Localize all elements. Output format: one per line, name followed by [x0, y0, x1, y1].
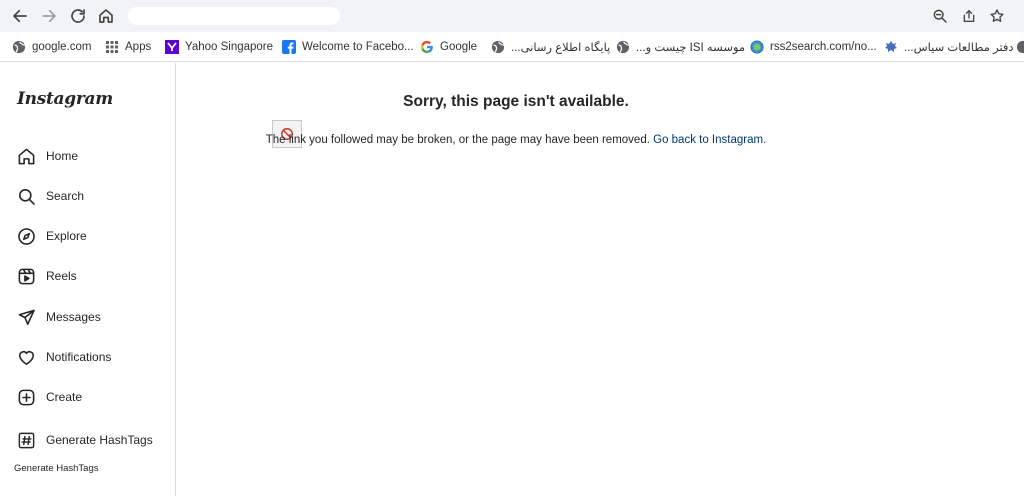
browser-toolbar [0, 0, 1024, 32]
apps-grid-icon [105, 40, 119, 54]
star-icon [990, 9, 1004, 22]
nav-create[interactable]: Create [16, 385, 82, 409]
error-title: Sorry, this page isn't available. [403, 93, 629, 110]
nav-generate-hashtags[interactable]: Generate HashTags [16, 428, 153, 452]
bookmark-political-studies[interactable]: دفتر مطالعات سیاس... [884, 39, 1014, 55]
share-button[interactable] [957, 4, 981, 28]
house-icon [99, 9, 113, 23]
go-back-link[interactable]: Go back to Instagram. [653, 134, 766, 146]
address-bar[interactable] [128, 7, 340, 25]
nav-explore[interactable]: Explore [16, 224, 87, 248]
yahoo-icon [165, 40, 179, 54]
hashtag-icon [16, 430, 36, 450]
bookmark-yahoo-singapore[interactable]: Yahoo Singapore [165, 39, 273, 55]
nav-reels[interactable]: Reels [16, 264, 77, 288]
generate-hashtags-label: Generate HashTags [14, 463, 99, 474]
globe-icon [750, 40, 764, 54]
bookmarks-bar: google.com Apps Yahoo Singapore Welcome … [0, 32, 1024, 62]
compass-icon [16, 226, 36, 246]
back-button[interactable] [8, 4, 32, 28]
plus-square-icon [16, 387, 36, 407]
reload-button[interactable] [66, 4, 90, 28]
share-icon [963, 10, 975, 22]
reload-icon [71, 9, 85, 23]
error-message: The link you followed may be broken, or … [0, 134, 1024, 146]
bookmark-google[interactable]: Google [420, 39, 477, 55]
bookmark-rss2search[interactable]: rss2search.com/no... [750, 39, 877, 55]
instagram-sidebar: Instagram Home Search Explore Reels Mess… [0, 63, 176, 496]
nav-messages[interactable]: Messages [16, 305, 101, 329]
reels-icon [16, 266, 36, 286]
emblem-icon [884, 40, 898, 54]
zoom-icon [933, 9, 947, 23]
paper-plane-icon [16, 307, 36, 327]
bookmark-google-com[interactable]: google.com [12, 39, 91, 55]
bookmark-isi-institute[interactable]: موسسه ISI چیست و... [616, 39, 745, 55]
home-icon [16, 146, 36, 166]
arrow-left-icon [13, 9, 27, 23]
arrow-right-icon [42, 9, 56, 23]
globe-icon [12, 40, 26, 54]
globe-icon [1016, 40, 1024, 54]
bookmark-overflow[interactable] [1016, 39, 1024, 55]
google-icon [420, 40, 434, 54]
bookmark-facebook[interactable]: Welcome to Facebo... [282, 39, 414, 55]
globe-icon [616, 40, 630, 54]
zoom-button[interactable] [928, 4, 952, 28]
bookmark-star-button[interactable] [985, 4, 1009, 28]
nav-notifications[interactable]: Notifications [16, 345, 111, 369]
main-content: Sorry, this page isn't available. The li… [177, 63, 1024, 496]
search-icon [16, 186, 36, 206]
bookmark-apps[interactable]: Apps [105, 39, 151, 55]
home-button[interactable] [94, 4, 118, 28]
bookmark-persian-info-base[interactable]: پایگاه اطلاع رسانی... [491, 39, 610, 55]
forward-button[interactable] [37, 4, 61, 28]
nav-search[interactable]: Search [16, 184, 84, 208]
nav-home[interactable]: Home [16, 144, 78, 168]
error-description: The link you followed may be broken, or … [265, 134, 650, 146]
heart-icon [16, 347, 36, 367]
globe-icon [491, 40, 505, 54]
facebook-icon [282, 40, 296, 54]
